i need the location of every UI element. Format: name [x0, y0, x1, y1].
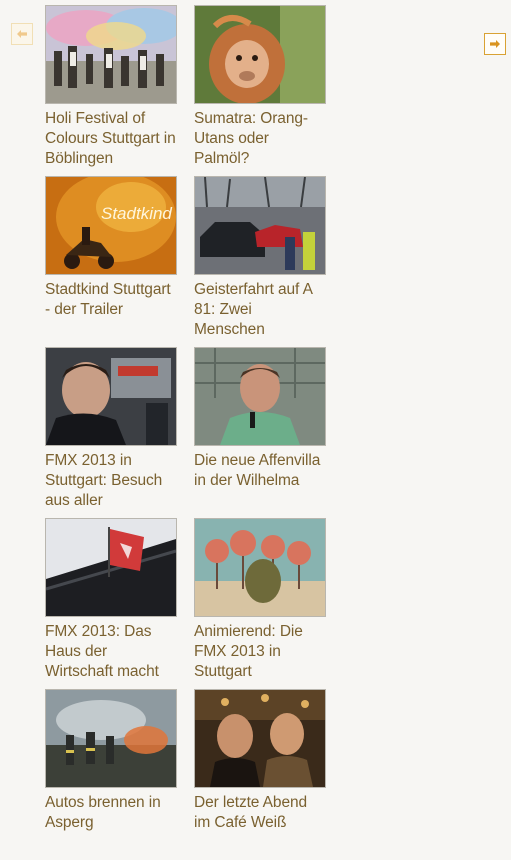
video-tile[interactable]: Sumatra: Orang-Utans oder Palmöl?	[194, 5, 326, 176]
cafe-weiss-thumbnail[interactable]	[194, 689, 326, 788]
video-title[interactable]: Holi Festival of Colours Stuttgart in Bö…	[45, 109, 177, 169]
next-button[interactable]	[484, 33, 506, 55]
holi-festival-thumbnail[interactable]	[45, 5, 177, 104]
animation-thumbnail[interactable]	[194, 518, 326, 617]
video-title[interactable]: Die neue Affenvilla in der Wilhelma	[194, 451, 326, 511]
burning-cars-thumbnail[interactable]	[45, 689, 177, 788]
video-tile[interactable]: FMX 2013 in Stuttgart: Besuch aus aller	[45, 347, 177, 518]
video-title[interactable]: Sumatra: Orang-Utans oder Palmöl?	[194, 109, 326, 169]
accident-thumbnail[interactable]	[194, 176, 326, 275]
video-tile[interactable]: FMX 2013: Das Haus der Wirtschaft macht	[45, 518, 177, 689]
affenvilla-thumbnail[interactable]	[194, 347, 326, 446]
video-grid: Holi Festival of Colours Stuttgart in Bö…	[45, 5, 326, 860]
video-title[interactable]: Autos brennen in Asperg	[45, 793, 177, 853]
video-title[interactable]: Animierend: Die FMX 2013 in Stuttgart	[194, 622, 326, 682]
video-tile[interactable]: Autos brennen in Asperg	[45, 689, 177, 860]
video-title[interactable]: Geisterfahrt auf A 81: Zwei Menschen	[194, 280, 326, 340]
video-title[interactable]: Stadtkind Stuttgart - der Trailer	[45, 280, 177, 340]
arrow-right-icon	[490, 40, 500, 48]
video-title[interactable]: FMX 2013 in Stuttgart: Besuch aus aller	[45, 451, 177, 511]
svg-text:Stadtkind: Stadtkind	[101, 204, 172, 223]
video-tile[interactable]: Geisterfahrt auf A 81: Zwei Menschen	[194, 176, 326, 347]
stadtkind-thumbnail[interactable]: Stadtkind	[45, 176, 177, 275]
video-tile[interactable]: Der letzte Abend im Café Weiß	[194, 689, 326, 860]
haus-der-wirtschaft-thumbnail[interactable]	[45, 518, 177, 617]
video-tile[interactable]: Stadtkind Stadtkind Stuttgart - der Trai…	[45, 176, 177, 347]
video-tile[interactable]: Holi Festival of Colours Stuttgart in Bö…	[45, 5, 177, 176]
previous-button[interactable]	[11, 23, 33, 45]
video-title[interactable]: Der letzte Abend im Café Weiß	[194, 793, 326, 853]
orangutan-thumbnail[interactable]	[194, 5, 326, 104]
video-tile[interactable]: Die neue Affenvilla in der Wilhelma	[194, 347, 326, 518]
arrow-left-icon	[17, 30, 27, 38]
fmx-visitor-thumbnail[interactable]	[45, 347, 177, 446]
video-tile[interactable]: Animierend: Die FMX 2013 in Stuttgart	[194, 518, 326, 689]
video-title[interactable]: FMX 2013: Das Haus der Wirtschaft macht	[45, 622, 177, 682]
